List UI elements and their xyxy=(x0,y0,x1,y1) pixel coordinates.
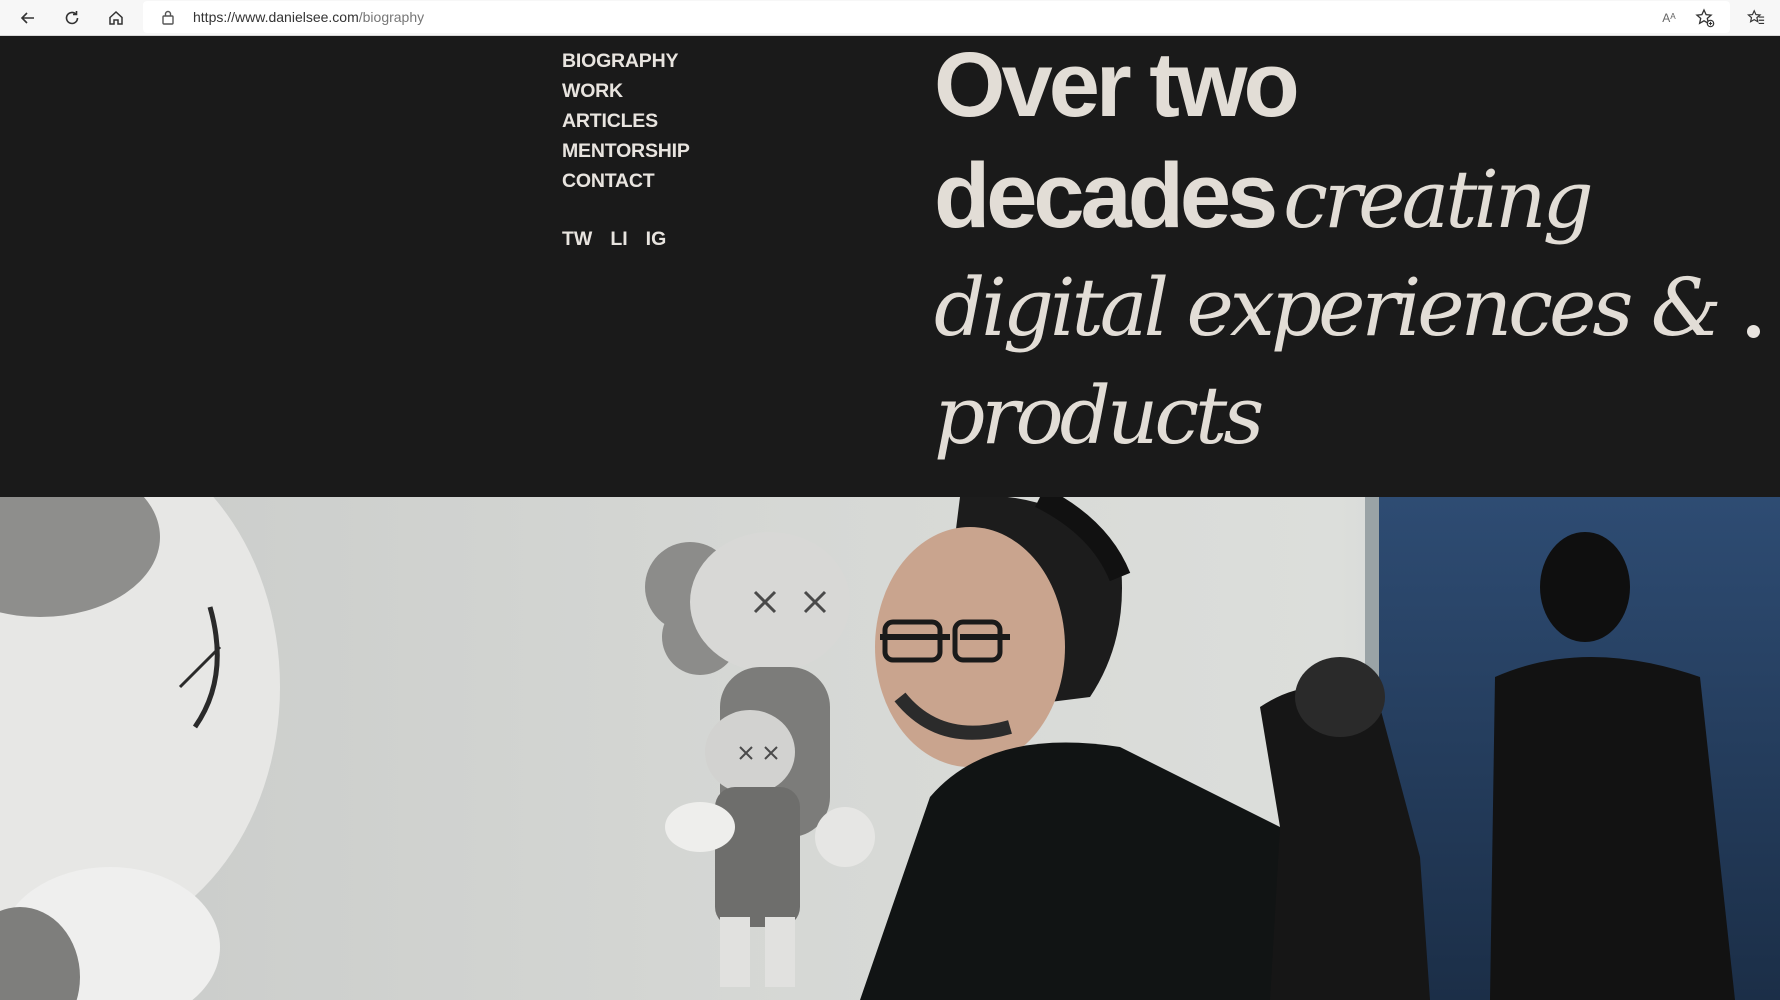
scroll-indicator-dot[interactable] xyxy=(1747,325,1760,338)
add-favorite-button[interactable] xyxy=(1695,8,1715,28)
gallery-photo-illustration xyxy=(0,497,1780,1000)
headline-line-3: digital experiences & xyxy=(934,261,1722,354)
nav-item-work[interactable]: WORK xyxy=(562,76,690,106)
home-icon xyxy=(109,10,123,25)
url-path: /biography xyxy=(358,9,425,25)
nav-item-biography[interactable]: BIOGRAPHY xyxy=(562,46,690,76)
main-nav: BIOGRAPHY WORK ARTICLES MENTORSHIP CONTA… xyxy=(562,46,690,196)
headline-creating: creating xyxy=(1283,153,1594,246)
headline-line-1: Over two xyxy=(934,34,1300,136)
nav-item-articles[interactable]: ARTICLES xyxy=(562,106,690,136)
headline-line-4: products xyxy=(934,369,1264,462)
url-text[interactable]: https://www.danielsee.com/biography xyxy=(193,9,424,25)
back-button[interactable] xyxy=(14,4,42,32)
refresh-button[interactable] xyxy=(58,4,86,32)
read-aloud-icon: Aᴬ xyxy=(1662,11,1676,25)
home-button[interactable] xyxy=(102,4,130,32)
add-favorite-icon xyxy=(1695,8,1715,28)
hero-section: BIOGRAPHY WORK ARTICLES MENTORSHIP CONTA… xyxy=(0,36,1780,497)
favorites-button[interactable] xyxy=(1742,4,1770,32)
hero-headline: Over two decades creating digital experi… xyxy=(934,39,1734,478)
read-aloud-button[interactable]: Aᴬ xyxy=(1659,8,1679,28)
social-link-instagram[interactable]: IG xyxy=(646,228,667,251)
social-links: TW LI IG xyxy=(562,228,666,251)
hero-photo xyxy=(0,497,1780,1000)
nav-item-contact[interactable]: CONTACT xyxy=(562,166,690,196)
url-host: https://www.danielsee.com xyxy=(193,9,359,25)
social-link-twitter[interactable]: TW xyxy=(562,228,592,251)
lock-icon xyxy=(162,10,174,25)
nav-item-mentorship[interactable]: MENTORSHIP xyxy=(562,136,690,166)
refresh-icon xyxy=(65,11,79,25)
back-icon xyxy=(20,12,34,24)
browser-toolbar: https://www.danielsee.com/biography Aᴬ xyxy=(0,0,1780,36)
address-bar[interactable]: https://www.danielsee.com/biography Aᴬ xyxy=(143,1,1730,33)
headline-decades: decades xyxy=(934,145,1278,247)
social-link-linkedin[interactable]: LI xyxy=(610,228,627,251)
favorites-icon xyxy=(1747,9,1765,24)
